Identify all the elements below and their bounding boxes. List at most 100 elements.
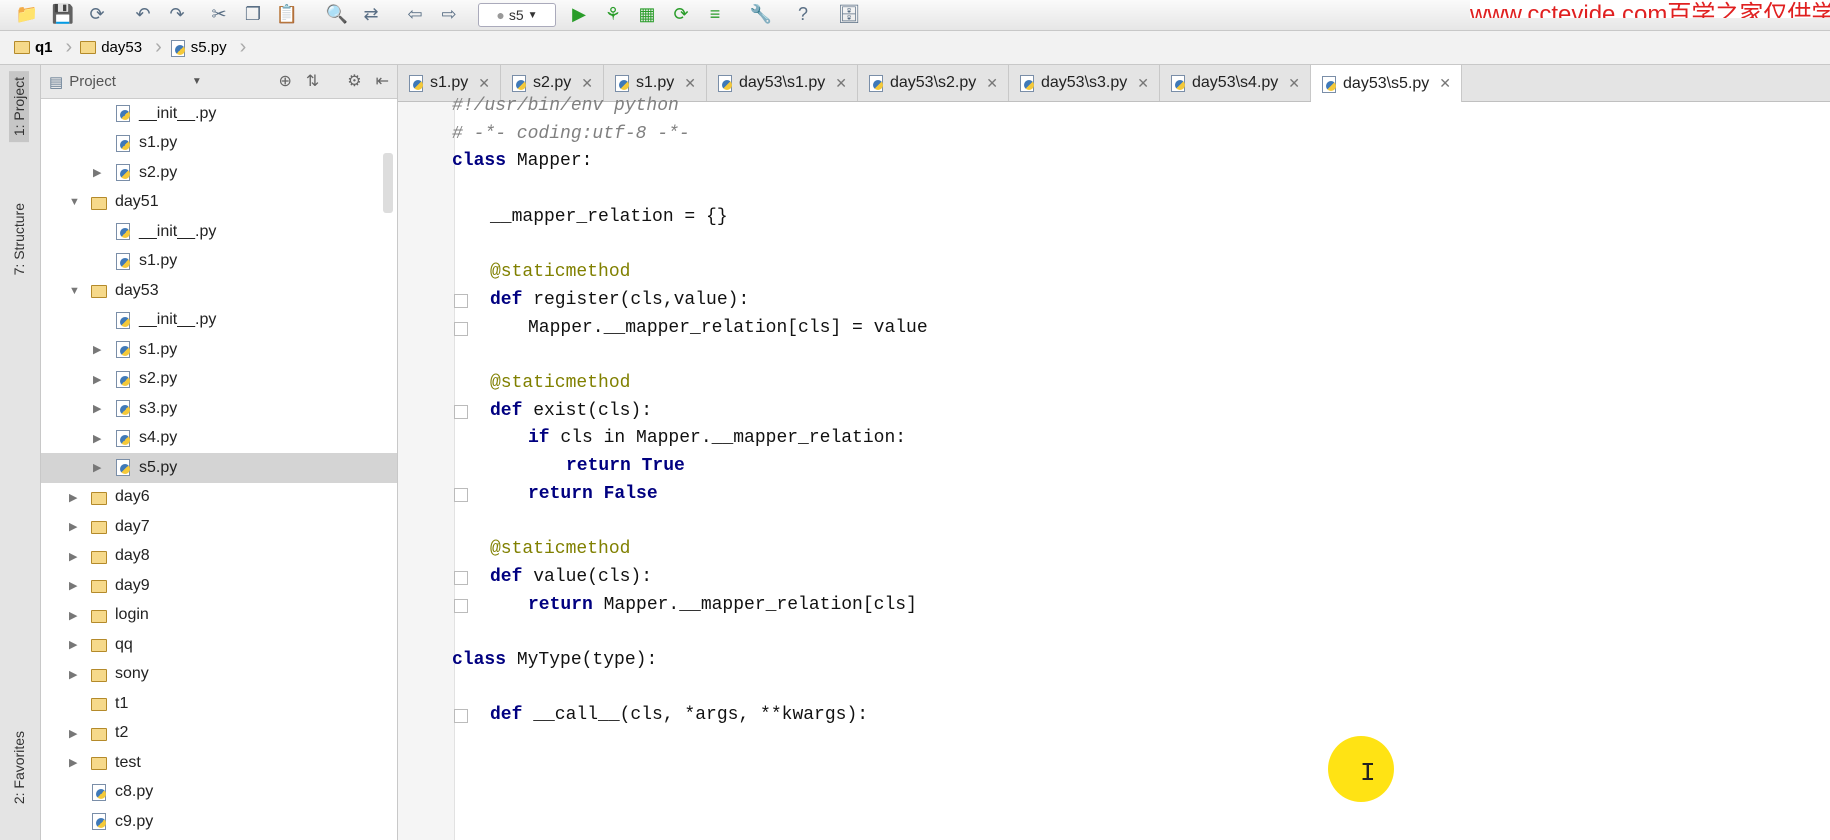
sync-icon[interactable]: ⟳ [84, 2, 110, 26]
expand-right-icon[interactable]: ▶ [69, 520, 77, 533]
editor-tab[interactable]: day53\s4.py ✕ [1160, 65, 1312, 101]
expand-right-icon[interactable]: ▶ [69, 638, 77, 651]
tree-item[interactable]: ▶ t2 [41, 719, 397, 749]
forward-icon[interactable]: ⇨ [436, 2, 462, 26]
paste-icon[interactable]: 📋 [274, 2, 300, 26]
tree-item[interactable]: __init__.py [41, 217, 397, 247]
tree-item[interactable]: ▶ s3.py [41, 394, 397, 424]
tree-item[interactable]: ▼ day51 [41, 188, 397, 218]
tree-item[interactable]: ▶ day7 [41, 512, 397, 542]
tree-item[interactable]: t1 [41, 689, 397, 719]
fold-marker-icon[interactable] [454, 321, 468, 336]
editor-tab[interactable]: day53\s5.py ✕ [1311, 65, 1463, 102]
save-icon[interactable]: 💾 [50, 2, 76, 26]
expand-right-icon[interactable]: ▶ [69, 727, 77, 740]
collapse-all-icon[interactable]: ⇅ [306, 71, 319, 91]
structure-tool-tab[interactable]: 7: Structure [9, 197, 29, 281]
expand-right-icon[interactable]: ▶ [93, 402, 101, 415]
tree-item[interactable]: ▶ sony [41, 660, 397, 690]
tree-item[interactable]: ▶ day6 [41, 483, 397, 513]
tree-item[interactable]: ▶ s4.py [41, 424, 397, 454]
close-icon[interactable]: ✕ [478, 75, 490, 92]
tree-item[interactable]: ▶ day8 [41, 542, 397, 572]
tree-item[interactable]: c9.py [41, 807, 397, 837]
run-icon[interactable]: ▶ [566, 2, 592, 26]
expand-right-icon[interactable]: ▶ [69, 579, 77, 592]
close-icon[interactable]: ✕ [986, 75, 998, 92]
expand-right-icon[interactable]: ▶ [69, 491, 77, 504]
breadcrumb-item-s5[interactable]: s5.py › [170, 31, 255, 64]
run-tasks-icon[interactable]: ≡ [702, 2, 728, 26]
tree-item[interactable]: ▶ qq [41, 630, 397, 660]
open-folder-icon[interactable]: 📁 [14, 2, 40, 26]
tree-item[interactable]: ▶ s1.py [41, 335, 397, 365]
tree-item[interactable]: s1.py [41, 129, 397, 159]
tree-item[interactable]: __init__.py [41, 306, 397, 336]
breadcrumb-item-day53[interactable]: day53 › [80, 31, 170, 64]
expand-right-icon[interactable]: ▶ [93, 461, 101, 474]
tree-item[interactable]: c8.py [41, 778, 397, 808]
find-icon[interactable]: 🔍 [324, 2, 350, 26]
code-text: MyType(type): [506, 650, 658, 670]
fold-marker-icon[interactable] [454, 570, 468, 585]
editor-tab[interactable]: day53\s3.py ✕ [1009, 65, 1160, 101]
profile-icon[interactable]: ⟳ [668, 2, 694, 26]
run-configuration-select[interactable]: ● s5 ▼ [478, 3, 556, 27]
tree-item[interactable]: s1.py [41, 247, 397, 277]
hide-panel-icon[interactable]: ⇤ [376, 71, 389, 91]
expand-right-icon[interactable]: ▶ [69, 756, 77, 769]
tree-item[interactable]: ▶ login [41, 601, 397, 631]
breadcrumb-item-q1[interactable]: q1 › [0, 31, 80, 64]
fold-marker-icon[interactable] [454, 404, 468, 419]
settings-icon[interactable]: 🔧 [748, 2, 774, 26]
python-file-icon [115, 105, 131, 122]
debug-icon[interactable]: ⚘ [600, 2, 626, 26]
tree-scrollbar[interactable] [383, 153, 393, 213]
tree-item[interactable]: ▶ day9 [41, 571, 397, 601]
tree-item[interactable]: ▶ s2.py [41, 365, 397, 395]
expand-right-icon[interactable]: ▶ [69, 550, 77, 563]
editor-tab[interactable]: day53\s1.py ✕ [707, 65, 858, 101]
expand-down-icon[interactable]: ▼ [69, 196, 80, 208]
undo-icon[interactable]: ↶ [130, 2, 156, 26]
project-view-select[interactable]: Project [69, 73, 116, 90]
back-icon[interactable]: ⇦ [402, 2, 428, 26]
expand-down-icon[interactable]: ▼ [69, 285, 80, 297]
redo-icon[interactable]: ↷ [164, 2, 190, 26]
close-icon[interactable]: ✕ [1288, 75, 1300, 92]
replace-icon[interactable]: ⇄ [358, 2, 384, 26]
expand-right-icon[interactable]: ▶ [93, 166, 101, 179]
expand-right-icon[interactable]: ▶ [93, 343, 101, 356]
fold-marker-icon[interactable] [454, 293, 468, 308]
tree-item[interactable]: ▶ s5.py [41, 453, 397, 483]
project-tool-tab[interactable]: 1: Project [9, 71, 29, 143]
help-icon[interactable]: ? [790, 2, 816, 26]
fold-marker-icon[interactable] [454, 709, 468, 724]
chevron-down-icon[interactable]: ▼ [192, 76, 202, 87]
close-icon[interactable]: ✕ [1137, 75, 1149, 92]
close-icon[interactable]: ✕ [835, 75, 847, 92]
locate-icon[interactable]: ⊕ [278, 71, 291, 91]
gear-icon[interactable]: ⚙ [347, 71, 361, 91]
fold-marker-icon[interactable] [454, 487, 468, 502]
editor-tab[interactable]: day53\s2.py ✕ [858, 65, 1009, 101]
cut-icon[interactable]: ✂ [206, 2, 232, 26]
tree-item-label: __init__.py [139, 222, 217, 240]
expand-right-icon[interactable]: ▶ [69, 609, 77, 622]
tree-item[interactable]: ▶ s2.py [41, 158, 397, 188]
close-icon[interactable]: ✕ [1439, 75, 1451, 92]
expand-right-icon[interactable]: ▶ [93, 432, 101, 445]
vcs-icon[interactable]: 🗄 [836, 2, 862, 26]
close-icon[interactable]: ✕ [684, 75, 696, 92]
close-icon[interactable]: ✕ [581, 75, 593, 92]
expand-right-icon[interactable]: ▶ [93, 373, 101, 386]
code-editor[interactable]: #!/usr/bin/env python # -*- coding:utf-8 … [398, 96, 1830, 840]
fold-marker-icon[interactable] [454, 598, 468, 613]
expand-right-icon[interactable]: ▶ [69, 668, 77, 681]
tree-item[interactable]: ▼ day53 [41, 276, 397, 306]
coverage-icon[interactable]: ▦ [634, 2, 660, 26]
copy-icon[interactable]: ❐ [240, 2, 266, 26]
tree-item[interactable]: __init__.py [41, 99, 397, 129]
favorites-tool-tab[interactable]: 2: Favorites [9, 725, 29, 810]
tree-item[interactable]: ▶ test [41, 748, 397, 778]
